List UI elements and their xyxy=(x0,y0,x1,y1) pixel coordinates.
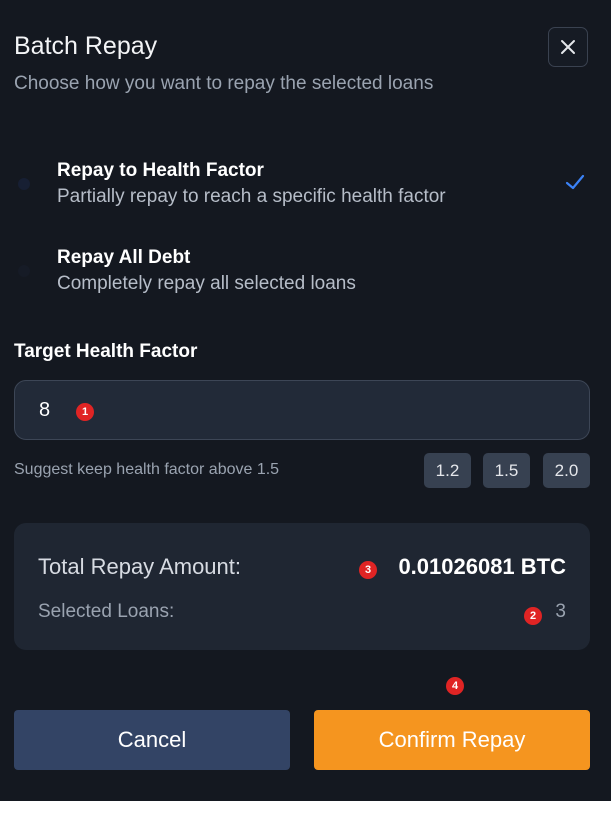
option-repay-all-debt[interactable]: Repay All Debt Completely repay all sele… xyxy=(0,239,611,301)
dialog-subtitle: Choose how you want to repay the selecte… xyxy=(14,73,434,94)
confirm-repay-button[interactable]: Confirm Repay xyxy=(314,710,590,770)
preset-button-1-2[interactable]: 1.2 xyxy=(424,453,471,488)
option-title: Repay All Debt xyxy=(57,247,191,268)
option-description: Completely repay all selected loans xyxy=(57,273,356,294)
option-title: Repay to Health Factor xyxy=(57,160,264,181)
dialog-title: Batch Repay xyxy=(14,32,158,60)
marker-badge-4: 4 xyxy=(446,677,464,695)
total-repay-label: Total Repay Amount: xyxy=(38,554,242,579)
close-button[interactable] xyxy=(548,27,588,67)
selected-loans-value: 3 xyxy=(555,601,566,622)
radio-unselected-icon xyxy=(18,265,30,277)
radio-selected-icon xyxy=(18,178,30,190)
total-repay-value: 0.01026081 BTC xyxy=(398,554,566,579)
target-health-factor-label: Target Health Factor xyxy=(14,341,198,362)
selected-loans-label: Selected Loans: xyxy=(38,601,175,622)
repay-summary-card: Total Repay Amount: 0.01026081 BTC Selec… xyxy=(14,523,590,650)
cancel-button[interactable]: Cancel xyxy=(14,710,290,770)
health-factor-value: 8 xyxy=(39,398,51,421)
health-factor-hint: Suggest keep health factor above 1.5 xyxy=(14,461,280,478)
preset-button-2-0[interactable]: 2.0 xyxy=(543,453,590,488)
marker-badge-2: 2 xyxy=(524,607,542,625)
marker-badge-3: 3 xyxy=(359,561,377,579)
option-repay-to-health-factor[interactable]: Repay to Health Factor Partially repay t… xyxy=(0,152,611,214)
option-description: Partially repay to reach a specific heal… xyxy=(57,186,446,207)
close-icon xyxy=(561,40,575,54)
preset-button-1-5[interactable]: 1.5 xyxy=(483,453,530,488)
marker-badge-1: 1 xyxy=(76,403,94,421)
batch-repay-dialog: Batch Repay Choose how you want to repay… xyxy=(0,0,611,801)
health-factor-input[interactable]: 8 xyxy=(14,380,590,440)
checkmark-icon xyxy=(565,174,585,190)
